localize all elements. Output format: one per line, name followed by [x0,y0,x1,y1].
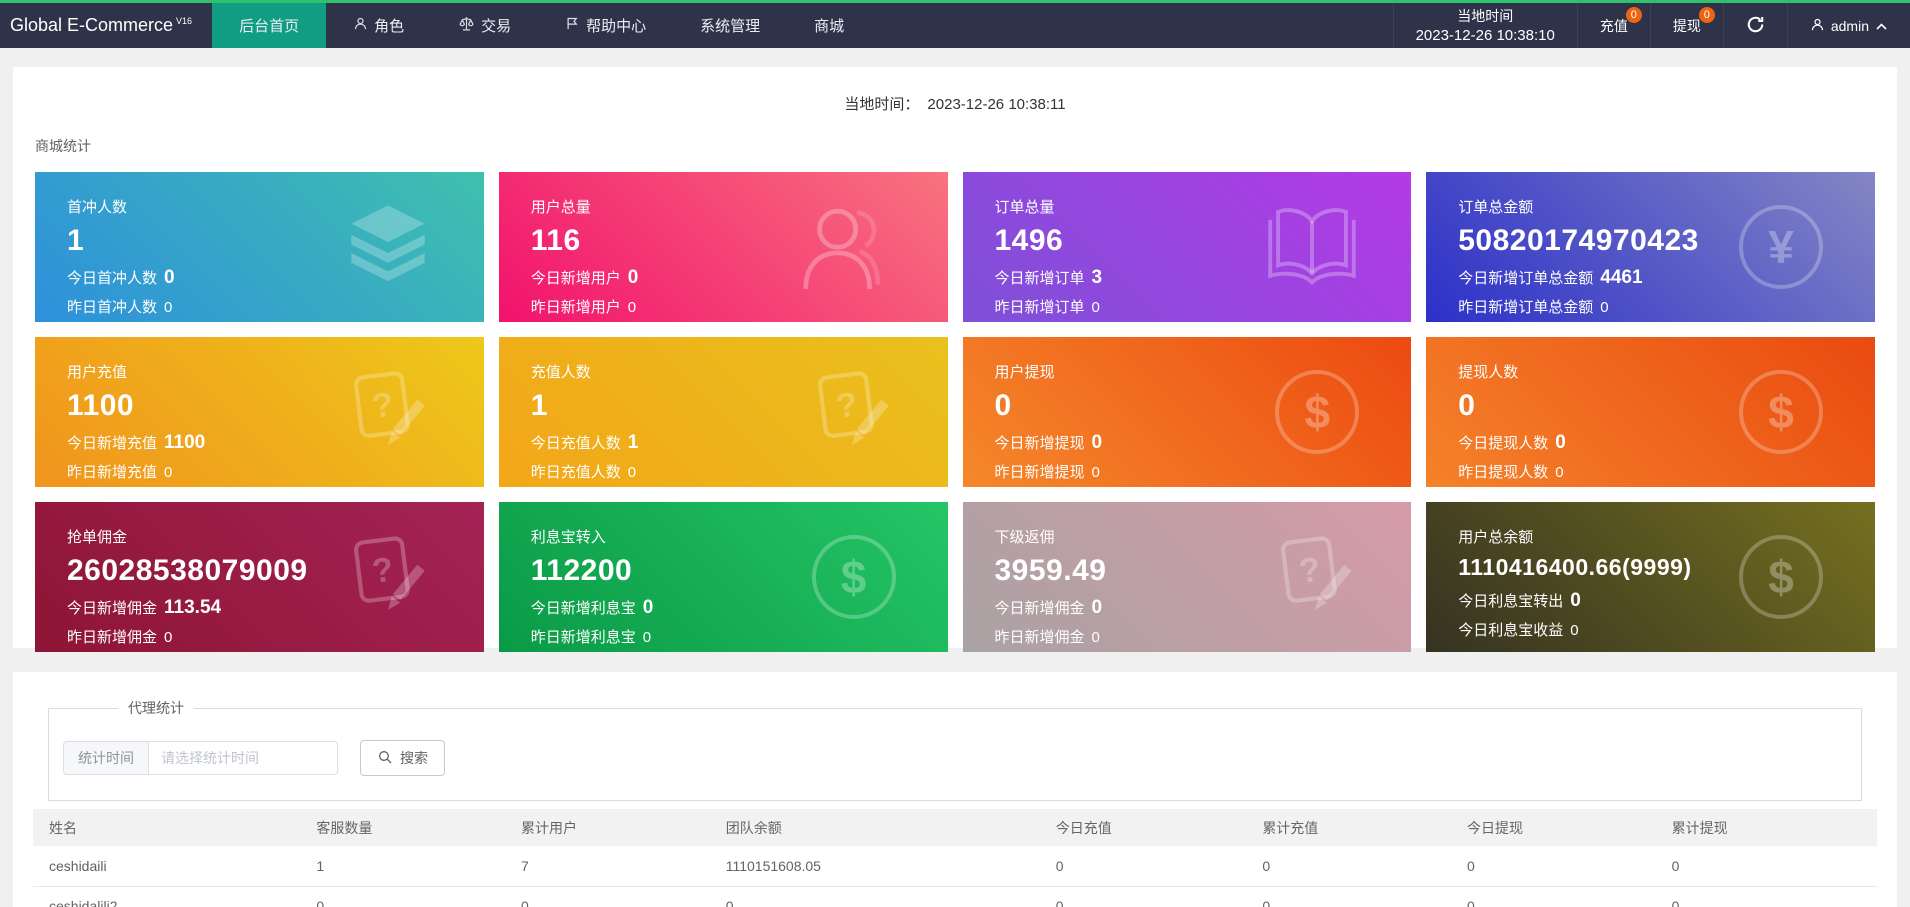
col-total-users: 累计用户 [505,809,710,846]
section-title-mall-stats: 商城统计 [35,138,91,154]
refresh-button[interactable] [1722,3,1787,48]
topbar-right: 当地时间 2023-12-26 10:38:10 充值 0 提现 0 admin [1392,3,1910,48]
table-row: ceshidalili2 0 0 0 0 0 0 0 [33,886,1877,907]
col-total-recharge: 累计充值 [1246,809,1451,846]
topbar-local-time: 当地时间 2023-12-26 10:38:10 [1392,3,1577,48]
nav-item-trade[interactable]: 交易 [431,3,538,48]
dollar-circle-icon: $ [1739,535,1823,619]
order-edit-icon: ? [1271,531,1359,624]
topbar: Global E-Commerce V16 后台首页 角色 交易 帮助中心 系统… [0,3,1910,48]
agent-statistics-panel: 代理统计 统计时间 搜索 姓名 客服数量 累计用户 团队余额 今日充值 [13,672,1897,907]
book-icon [1265,198,1359,297]
dollar-circle-icon: $ [1275,370,1360,454]
stat-card-order-commission: 抢单佣金 26028538079009 今日新增佣金 113.54 昨日新增佣金 0… [35,502,484,652]
col-team-balance: 团队余额 [709,809,1040,846]
nav-item-roles[interactable]: 角色 [326,3,431,48]
stat-card-user-total-balance: 用户总余额 1110416400.66(9999) 今日利息宝转出 0 今日利息宝… [1426,502,1875,652]
stat-card-total-orders: 订单总量 1496 今日新增订单 3 昨日新增订单 0 [962,172,1412,322]
nav-item-mall[interactable]: 商城 [787,3,871,48]
col-total-withdraw: 累计提现 [1655,809,1877,846]
stat-card-user-recharge: 用户充值 1100 今日新增充值 1100 昨日新增充值 0 ? [35,337,484,487]
nav-item-system[interactable]: 系统管理 [673,3,787,48]
col-service-count: 客服数量 [300,809,506,846]
withdraw-button[interactable]: 提现 0 [1649,3,1723,48]
page-local-time: 当地时间： 2023-12-26 10:38:11 [844,96,1066,113]
chevron-up-icon [1875,18,1888,34]
filter-time-label: 统计时间 [63,741,148,775]
layers-icon [344,201,432,294]
col-today-withdraw: 今日提现 [1450,809,1656,846]
mall-statistics-panel: 当地时间： 2023-12-26 10:38:11 商城统计 首冲人数 1 今日首… [13,67,1897,652]
stat-card-sub-rebate: 下级返佣 3959.49 今日新增佣金 0 昨日新增佣金 0 ? [962,502,1412,652]
recharge-button[interactable]: 充值 0 [1576,3,1650,48]
scales-icon [458,15,475,36]
app-logo-text: Global E-Commerce [10,15,174,35]
person-icon [796,195,896,300]
refresh-icon [1746,15,1765,37]
nav-item-help-center[interactable]: 帮助中心 [538,3,673,48]
dollar-circle-icon: $ [1739,370,1823,454]
main-nav: 后台首页 角色 交易 帮助中心 系统管理 商城 [212,3,871,48]
yen-circle-icon: ¥ [1739,205,1823,289]
svg-text:?: ? [834,386,859,426]
local-time-label: 当地时间 [1457,7,1514,24]
app-logo-version: V16 [176,15,193,26]
user-menu[interactable]: admin [1786,3,1910,48]
table-row: ceshidaili 1 7 1110151608.05 0 0 0 0 [33,846,1877,887]
flag-icon [565,16,580,35]
app-logo: Global E-Commerce V16 [0,3,212,48]
order-edit-icon: ? [808,366,896,459]
nav-item-dashboard[interactable]: 后台首页 [212,3,327,48]
withdraw-badge: 0 [1698,7,1715,23]
svg-text:?: ? [370,386,395,426]
col-name: 姓名 [33,809,301,846]
agent-statistics-legend: 代理统计 [128,700,184,716]
user-icon [1810,17,1825,35]
dollar-circle-icon: $ [811,535,896,619]
filter-time-input[interactable] [148,741,338,775]
stat-card-first-recharge-users: 首冲人数 1 今日首冲人数 0 昨日首冲人数 0 [35,172,484,322]
stat-cards-grid: 首冲人数 1 今日首冲人数 0 昨日首冲人数 0 用户总量 116 今日新增用户 0 … [35,172,1875,652]
stat-card-withdraw-users: 提现人数 0 今日提现人数 0 昨日提现人数 0 $ [1426,337,1875,487]
stat-card-total-users: 用户总量 116 今日新增用户 0 昨日新增用户 0 [498,172,948,322]
search-button[interactable]: 搜索 [360,740,445,776]
local-time-value: 2023-12-26 10:38:10 [1415,26,1555,44]
order-edit-icon: ? [344,366,432,459]
stat-card-user-withdraw: 用户提现 0 今日新增提现 0 昨日新增提现 0 $ [962,337,1412,487]
recharge-badge: 0 [1625,7,1642,23]
table-header-row: 姓名 客服数量 累计用户 团队余额 今日充值 累计充值 今日提现 累计提现 [33,809,1877,846]
username: admin [1830,17,1869,34]
stat-card-total-order-amount: 订单总金额 50820174970423 今日新增订单总金额 4461 昨日新增订… [1426,172,1875,322]
agent-table: 姓名 客服数量 累计用户 团队余额 今日充值 累计充值 今日提现 累计提现 ce… [33,809,1877,907]
search-icon [377,749,393,768]
svg-text:?: ? [1297,551,1322,591]
stat-card-interest-transfer-in: 利息宝转入 112200 今日新增利息宝 0 昨日新增利息宝 0 $ [498,502,948,652]
order-edit-icon: ? [344,531,432,624]
agent-statistics-box: 代理统计 统计时间 搜索 [48,698,1862,801]
agent-filter-row: 统计时间 搜索 [63,740,1847,776]
svg-text:?: ? [370,551,395,591]
col-today-recharge: 今日充值 [1039,809,1247,846]
user-icon [353,16,368,35]
stat-card-recharge-users: 充值人数 1 今日充值人数 1 昨日充值人数 0 ? [498,337,948,487]
